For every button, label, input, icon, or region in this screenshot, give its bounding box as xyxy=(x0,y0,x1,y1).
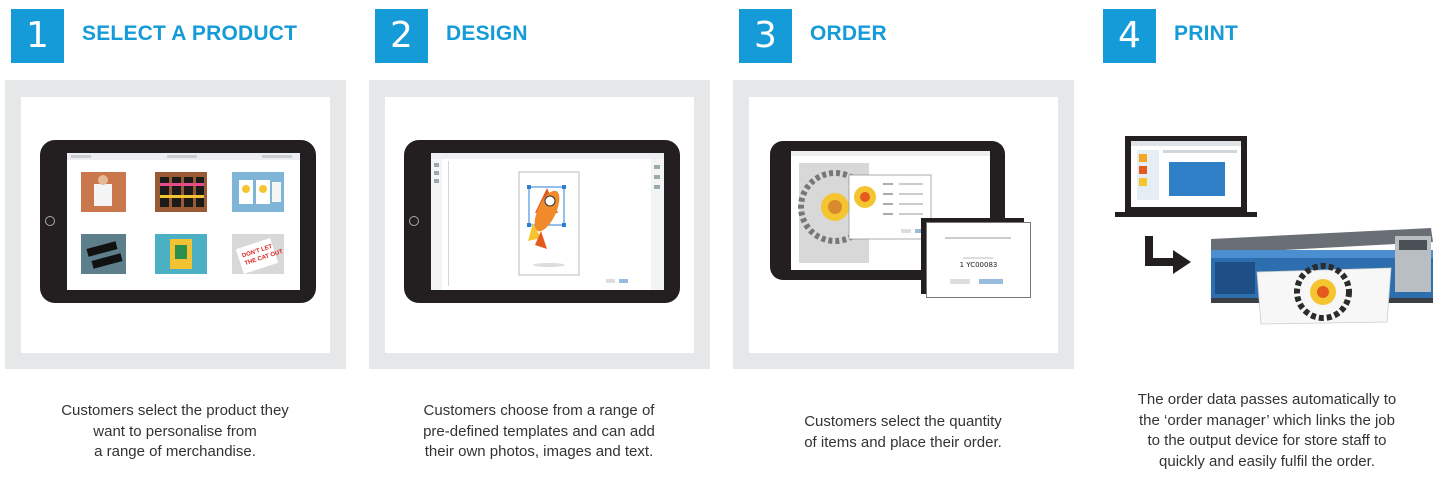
print-illustration xyxy=(1107,132,1437,332)
tablet-illustration xyxy=(404,140,680,303)
step-title: DESIGN xyxy=(446,22,528,45)
home-button-icon xyxy=(45,216,55,226)
step-3: 3 ORDER 1 YC00083 Customers select the q… xyxy=(728,0,1078,499)
step-description: Customers choose from a range of pre-def… xyxy=(423,402,655,460)
design-editor-screen xyxy=(431,153,664,290)
step-illustration-frame: 1 YC00083 xyxy=(733,80,1074,369)
step-number: 4 xyxy=(1103,9,1156,63)
printed-output xyxy=(1256,263,1392,325)
step-number: 1 xyxy=(11,9,64,63)
step-1: 1 SELECT A PRODUCT DON'T LET THE CAT OUT… xyxy=(0,0,350,499)
tablet-illustration: DON'T LET THE CAT OUT xyxy=(40,140,316,303)
home-button-icon xyxy=(409,216,419,226)
step-number: 2 xyxy=(375,9,428,63)
step-4: 4 PRINT The order data passes automatica… xyxy=(1092,0,1442,499)
step-title: PRINT xyxy=(1174,22,1238,45)
step-description: Customers select the product they want t… xyxy=(61,402,289,460)
order-number: 1 YC00083 xyxy=(959,261,998,269)
laptop-icon xyxy=(1115,136,1257,217)
arrow-icon xyxy=(1145,236,1191,274)
step-description: The order data passes automatically to t… xyxy=(1137,391,1397,470)
order-confirmation-dialog: 1 YC00083 xyxy=(926,222,1031,298)
product-catalog-screen: DON'T LET THE CAT OUT xyxy=(67,153,300,290)
step-2: 2 DESIGN Customers choose from a range o… xyxy=(364,0,714,499)
step-illustration-frame xyxy=(369,80,710,369)
step-description: Customers select the quantity of items a… xyxy=(804,413,1002,451)
step-title: SELECT A PRODUCT xyxy=(82,22,298,45)
step-illustration-frame: DON'T LET THE CAT OUT xyxy=(5,80,346,369)
step-number: 3 xyxy=(739,9,792,63)
step-title: ORDER xyxy=(810,22,887,45)
